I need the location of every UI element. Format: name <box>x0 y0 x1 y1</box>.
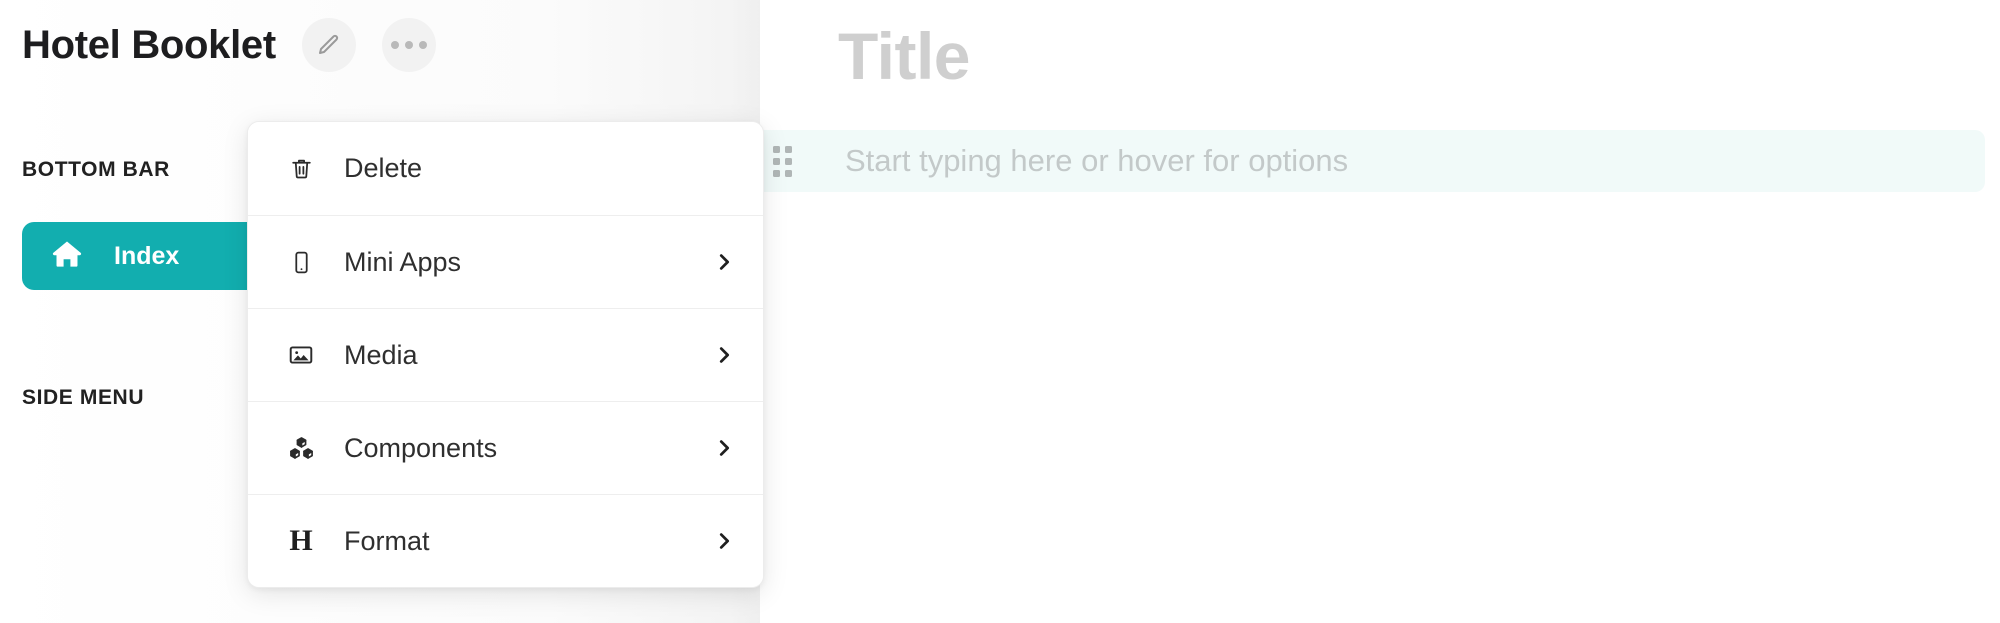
menu-item-label: Format <box>344 525 430 556</box>
section-header-bottom-bar: BOTTOM BAR <box>22 158 170 181</box>
menu-item-media[interactable]: Media <box>248 308 763 401</box>
menu-item-delete[interactable]: Delete <box>248 122 763 215</box>
cubes-icon <box>284 435 318 462</box>
editor-block-row[interactable]: Start typing here or hover for options <box>760 130 1985 192</box>
menu-item-format[interactable]: H Format <box>248 494 763 587</box>
context-menu: Delete Mini Apps Media Components H Form… <box>247 121 764 588</box>
edit-title-button[interactable] <box>301 18 356 72</box>
mobile-icon <box>284 250 318 275</box>
menu-item-label: Media <box>344 339 418 370</box>
section-header-side-menu: SIDE MENU <box>22 386 145 409</box>
heading-h-icon: H <box>289 524 313 557</box>
trash-icon <box>284 156 318 181</box>
chevron-right-icon <box>713 530 735 552</box>
drag-handle-icon[interactable] <box>773 145 792 177</box>
more-options-button[interactable] <box>381 18 436 72</box>
menu-item-label: Delete <box>344 153 423 183</box>
menu-item-label: Mini Apps <box>344 246 462 277</box>
image-icon <box>284 342 318 368</box>
chevron-right-icon <box>713 344 735 366</box>
chevron-right-icon <box>713 251 735 273</box>
chevron-right-icon <box>713 437 735 459</box>
editor-panel: Title Start typing here or hover for opt… <box>760 0 2000 623</box>
page-title: Hotel Booklet <box>22 22 276 67</box>
editor-title-placeholder[interactable]: Title <box>838 20 970 93</box>
document-header: Hotel Booklet <box>22 18 436 72</box>
menu-item-components[interactable]: Components <box>248 401 763 494</box>
sidebar-item-label: Index <box>114 241 180 270</box>
home-icon <box>50 237 84 276</box>
pencil-icon <box>317 33 341 57</box>
menu-item-mini-apps[interactable]: Mini Apps <box>248 215 763 308</box>
editor-block-placeholder[interactable]: Start typing here or hover for options <box>845 143 1348 179</box>
ellipsis-icon <box>390 41 427 49</box>
menu-item-label: Components <box>344 432 498 463</box>
app-root: Hotel Booklet BOTTOM BAR Index SIDE MENU… <box>0 0 2000 623</box>
